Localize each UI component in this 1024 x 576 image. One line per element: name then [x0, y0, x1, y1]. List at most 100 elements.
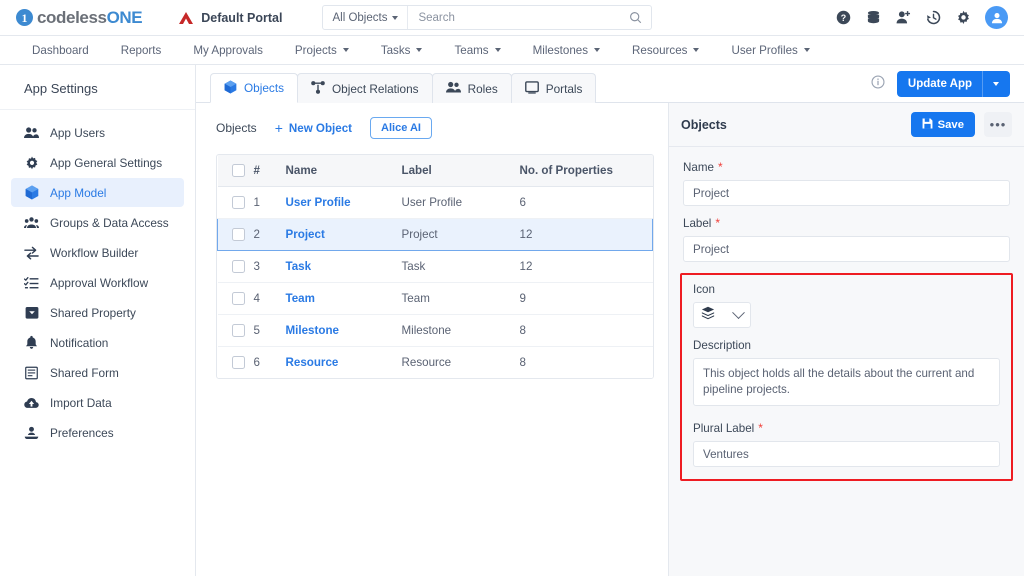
nav-item-my-approvals[interactable]: My Approvals — [177, 36, 279, 64]
tab-object-relations[interactable]: Object Relations — [297, 73, 433, 103]
sidebar-item-label: App Model — [50, 185, 107, 200]
search-input[interactable] — [408, 11, 621, 24]
app-logo[interactable]: 1 codelessONE — [16, 7, 143, 28]
row-name-link[interactable]: User Profile — [285, 186, 402, 219]
row-checkbox-cell[interactable] — [217, 186, 254, 219]
info-circle-icon[interactable] — [871, 74, 885, 94]
sidebar-item-shared-property[interactable]: Shared Property — [11, 298, 184, 327]
more-options-button[interactable]: ••• — [984, 112, 1012, 137]
row-checkbox-cell[interactable] — [217, 250, 254, 283]
table-row[interactable]: 1 User Profile User Profile 6 — [217, 186, 653, 219]
tab-label: Roles — [467, 81, 498, 96]
portal-selector[interactable]: Default Portal — [178, 11, 282, 25]
tab-label: Objects — [244, 81, 284, 95]
nav-label: Resources — [632, 43, 688, 57]
button-divider — [982, 71, 983, 97]
nav-item-user-profiles[interactable]: User Profiles — [715, 36, 825, 64]
new-object-label: New Object — [288, 121, 353, 135]
nav-item-dashboard[interactable]: Dashboard — [24, 36, 105, 64]
search-button[interactable] — [620, 11, 651, 24]
row-name-link[interactable]: Project — [285, 218, 402, 251]
sidebar-item-approval-workflow[interactable]: Approval Workflow — [11, 268, 184, 297]
nav-item-tasks[interactable]: Tasks — [365, 36, 439, 64]
nav-label: Milestones — [532, 43, 589, 57]
sidebar-item-shared-form[interactable]: Shared Form — [11, 358, 184, 387]
row-checkbox[interactable] — [231, 356, 245, 369]
chevron-down-icon — [392, 15, 399, 20]
alice-ai-button[interactable]: Alice AI — [370, 117, 432, 139]
row-checkbox[interactable] — [232, 228, 245, 241]
row-name-link[interactable]: Resource — [285, 346, 402, 378]
nav-item-resources[interactable]: Resources — [616, 36, 715, 64]
column-header-properties[interactable]: No. of Properties — [519, 155, 653, 187]
history-icon[interactable] — [925, 10, 941, 26]
logo-text-primary: codeless — [37, 7, 107, 27]
row-name-link[interactable]: Task — [285, 250, 402, 283]
row-properties-count: 12 — [519, 250, 653, 283]
nav-item-reports[interactable]: Reports — [105, 36, 178, 64]
row-label: Project — [401, 218, 520, 251]
save-button[interactable]: Save — [910, 112, 975, 137]
row-checkbox[interactable] — [231, 196, 245, 209]
tab-roles[interactable]: Roles — [431, 73, 512, 103]
row-name-link[interactable]: Team — [285, 282, 402, 315]
logo-mark-icon: 1 — [16, 9, 33, 26]
sidebar-item-label: Groups & Data Access — [50, 215, 169, 230]
chevron-down-icon — [342, 48, 349, 52]
sidebar-item-workflow-builder[interactable]: Workflow Builder — [11, 238, 184, 267]
row-checkbox[interactable] — [231, 292, 245, 305]
sidebar-item-app-general-settings[interactable]: App General Settings — [11, 148, 184, 177]
search-scope-dropdown[interactable]: All Objects — [323, 6, 409, 29]
column-header-number[interactable]: # — [253, 155, 286, 187]
new-object-button[interactable]: + New Object — [275, 121, 352, 135]
table-row[interactable]: 4 Team Team 9 — [217, 282, 653, 315]
database-icon[interactable] — [865, 10, 881, 26]
plural-label-input[interactable] — [693, 441, 1000, 467]
row-checkbox-cell[interactable] — [217, 282, 254, 315]
nav-item-milestones[interactable]: Milestones — [517, 36, 616, 64]
column-header-name[interactable]: Name — [285, 155, 402, 187]
chevron-down-icon[interactable] — [732, 305, 745, 319]
sidebar-item-notification[interactable]: Notification — [11, 328, 184, 357]
tab-objects[interactable]: Objects — [210, 73, 298, 103]
table-row[interactable]: 5 Milestone Milestone 8 — [217, 314, 653, 347]
chevron-down-icon[interactable] — [993, 82, 999, 86]
nav-item-teams[interactable]: Teams — [438, 36, 516, 64]
top-bar: 1 codelessONE Default Portal All Objects — [0, 0, 1024, 36]
icon-picker-dropdown[interactable] — [693, 302, 751, 328]
sidebar: App Settings App Users App General Setti… — [0, 65, 196, 576]
sidebar-item-app-model[interactable]: App Model — [11, 178, 184, 207]
select-all-header[interactable] — [217, 155, 254, 187]
nav-item-projects[interactable]: Projects — [279, 36, 365, 64]
sidebar-item-import-data[interactable]: Import Data — [11, 388, 184, 417]
arrows-exchange-icon — [24, 246, 39, 260]
update-app-button[interactable]: Update App — [896, 71, 1010, 97]
help-icon[interactable]: ? — [835, 10, 851, 26]
global-search[interactable]: All Objects — [322, 5, 653, 30]
sidebar-item-groups-data-access[interactable]: Groups & Data Access — [11, 208, 184, 237]
user-avatar[interactable] — [985, 6, 1008, 29]
label-input[interactable] — [683, 236, 1010, 262]
row-name-link[interactable]: Milestone — [285, 314, 402, 347]
row-checkbox[interactable] — [231, 324, 245, 337]
row-checkbox[interactable] — [231, 260, 245, 273]
add-user-icon[interactable] — [895, 10, 911, 26]
column-header-label[interactable]: Label — [401, 155, 520, 187]
table-row[interactable]: 2 Project Project 12 — [217, 218, 653, 251]
settings-gear-icon[interactable] — [955, 10, 971, 26]
name-input[interactable] — [683, 180, 1010, 206]
row-checkbox-cell[interactable] — [217, 314, 254, 347]
sidebar-item-preferences[interactable]: Preferences — [11, 418, 184, 447]
table-row[interactable]: 6 Resource Resource 8 — [217, 346, 653, 378]
description-textarea[interactable]: This object holds all the details about … — [693, 358, 1000, 406]
sidebar-item-app-users[interactable]: App Users — [11, 118, 184, 147]
row-checkbox-cell[interactable] — [217, 346, 254, 378]
cube-icon — [224, 80, 237, 97]
row-checkbox-cell[interactable] — [217, 218, 254, 251]
table-row[interactable]: 3 Task Task 12 — [217, 250, 653, 283]
nav-label: Dashboard — [32, 43, 89, 57]
row-label: Resource — [401, 346, 520, 378]
group-users-icon — [24, 216, 39, 229]
select-all-checkbox[interactable] — [231, 164, 245, 177]
tab-portals[interactable]: Portals — [510, 73, 597, 103]
